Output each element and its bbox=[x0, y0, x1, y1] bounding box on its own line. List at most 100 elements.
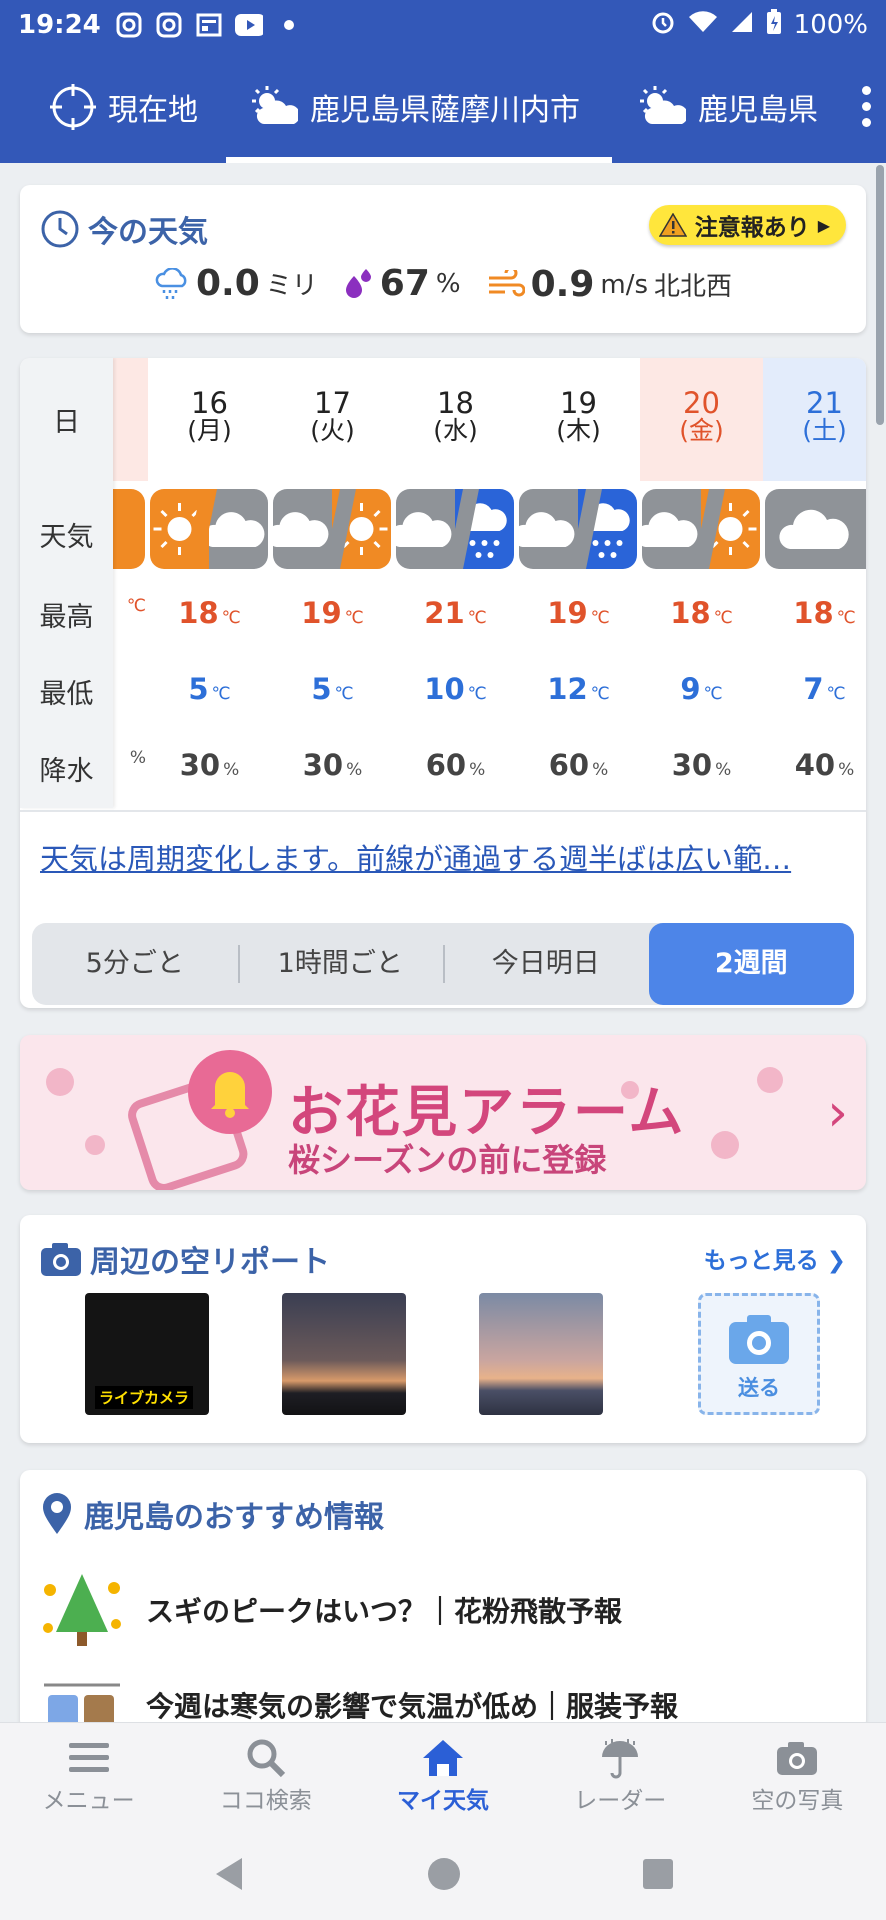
banner-subtitle: 桜シーズンの前に登録 bbox=[288, 1141, 607, 1179]
youtube-icon bbox=[234, 11, 263, 39]
status-time: 19:24 bbox=[18, 10, 101, 40]
wifi-icon bbox=[688, 10, 718, 41]
system-navigation-bar bbox=[0, 1827, 886, 1920]
location-tab-bar: 現在地 鹿児島県薩摩川内市 鹿児島県 bbox=[0, 50, 886, 163]
high-temp: 18 ℃ bbox=[670, 596, 733, 630]
day-header: 20 (金) bbox=[640, 358, 763, 481]
cloud-sun-icon bbox=[273, 489, 391, 569]
alert-badge[interactable]: 注意報あり ▶ bbox=[648, 205, 846, 245]
sky-report-card: 周辺の空リポート もっと見る ❯ ライブカメラ 送る bbox=[20, 1215, 866, 1443]
precip-chance: 60% bbox=[425, 748, 486, 782]
low-temp: 7 ℃ bbox=[803, 672, 846, 706]
low-temp: 9 ℃ bbox=[680, 672, 723, 706]
forecast-description-link[interactable]: 天気は周期変化します。前線が通過する週半ばは広い範… bbox=[40, 836, 846, 878]
day-date: 20 bbox=[683, 386, 720, 420]
day-date: 16 bbox=[191, 386, 228, 420]
row-label-day: 日 bbox=[53, 407, 80, 438]
day-header: 16 (月) bbox=[148, 358, 271, 481]
radar-umbrella-icon bbox=[602, 1739, 639, 1779]
day-columns[interactable]: ℃ % 16 (月) 18 ℃ 5 ℃ 30% 17 (火) 19 ℃ 5 ℃ 30% … bbox=[113, 358, 866, 808]
bottom-navigation: メニュー ココ検索 マイ天気 レーダー 空の写真 bbox=[0, 1722, 886, 1827]
recents-icon[interactable] bbox=[642, 1858, 674, 1890]
scrollbar[interactable] bbox=[876, 165, 884, 425]
instagram-icon bbox=[115, 11, 143, 39]
segment-today-tomorrow[interactable]: 今日明日 bbox=[443, 923, 649, 1005]
day-header: 17 (火) bbox=[271, 358, 394, 481]
instagram-icon bbox=[155, 11, 183, 39]
high-temp: 21 ℃ bbox=[424, 596, 487, 630]
low-temp: 12 ℃ bbox=[547, 672, 610, 706]
day-column-partial: ℃ % bbox=[113, 358, 148, 808]
tab-satsumasendai[interactable]: 鹿児島県薩摩川内市 bbox=[250, 50, 580, 163]
status-bar: 19:24 100% bbox=[0, 0, 886, 50]
recommended-item-pollen[interactable]: スギのピークはいつ？｜花粉飛散予報 bbox=[40, 1570, 622, 1650]
recommended-item-clothing[interactable]: 今週は寒気の影響で気温が低め｜服装予報 bbox=[40, 1665, 678, 1730]
forecast-range-tabs: 5分ごと 1時間ごと 今日明日 2週間 bbox=[32, 923, 854, 1005]
row-label-low: 最低 bbox=[39, 679, 94, 710]
nav-search[interactable]: ココ検索 bbox=[177, 1723, 354, 1827]
battery-icon bbox=[766, 8, 782, 42]
alert-label: 注意報あり bbox=[694, 215, 810, 241]
camera-icon bbox=[729, 1315, 789, 1364]
active-tab-indicator bbox=[226, 157, 612, 163]
day-header: 18 (水) bbox=[394, 358, 517, 481]
wind: 0.9 m/s 北北西 bbox=[487, 264, 732, 305]
row-label-column: 日 天気 最高 最低 降水 bbox=[20, 358, 113, 808]
day-weekday: (火) bbox=[310, 416, 355, 445]
alarm-icon bbox=[650, 9, 676, 42]
day-header: 19 (木) bbox=[517, 358, 640, 481]
day-date: 17 bbox=[314, 386, 351, 420]
nav-sky-photos[interactable]: 空の写真 bbox=[709, 1723, 886, 1827]
current-conditions: 0.0 ミリ 67% 0.9 m/s 北北西 bbox=[20, 263, 866, 305]
low-temp: 5 ℃ bbox=[188, 672, 231, 706]
tab-kagoshima[interactable]: 鹿児島県 bbox=[638, 50, 818, 163]
signal-icon bbox=[730, 10, 754, 41]
nav-menu[interactable]: メニュー bbox=[0, 1723, 177, 1827]
sky-photo-sunset-1[interactable] bbox=[282, 1293, 406, 1415]
news-icon bbox=[195, 11, 223, 39]
location-pin-icon bbox=[43, 1493, 71, 1534]
tab-label: 現在地 bbox=[108, 92, 198, 128]
sun-cloud-icon bbox=[638, 85, 686, 128]
day-date: 21 bbox=[806, 386, 843, 420]
see-more-link[interactable]: もっと見る ❯ bbox=[704, 1241, 846, 1275]
battery-percent: 100% bbox=[793, 10, 868, 40]
day-date: 19 bbox=[560, 386, 597, 420]
send-photo-button[interactable]: 送る bbox=[698, 1293, 820, 1415]
segment-5min[interactable]: 5分ごと bbox=[32, 923, 238, 1005]
divider bbox=[20, 810, 866, 812]
chevron-right-icon: ❯ bbox=[818, 1248, 846, 1274]
camera-icon bbox=[41, 1243, 81, 1276]
day-weekday: (木) bbox=[556, 416, 601, 445]
day-weekday: (月) bbox=[187, 416, 232, 445]
day-column: 19 (木) 19 ℃ 12 ℃ 60% bbox=[517, 358, 640, 808]
rain-cloud-icon bbox=[155, 267, 187, 299]
sun-cloud-icon bbox=[250, 85, 298, 128]
bell-icon bbox=[188, 1050, 272, 1134]
current-weather-card: 今の天気 注意報あり ▶ 0.0 ミリ 67% 0.9 m/s 北北西 bbox=[20, 185, 866, 333]
search-icon bbox=[247, 1739, 285, 1778]
segment-hourly[interactable]: 1時間ごと bbox=[237, 923, 444, 1005]
day-column: 21 (土) 18 ℃ 7 ℃ 40% bbox=[763, 358, 866, 808]
sky-photo-sunset-2[interactable] bbox=[479, 1293, 603, 1415]
nav-radar[interactable]: レーダー bbox=[532, 1723, 709, 1827]
cherry-blossom-alarm-banner[interactable]: お花見アラーム 桜シーズンの前に登録 › bbox=[20, 1035, 866, 1190]
more-options-icon[interactable] bbox=[858, 86, 874, 127]
tab-current-location[interactable]: 現在地 bbox=[50, 50, 198, 163]
sky-photo-live-camera[interactable]: ライブカメラ bbox=[85, 1293, 209, 1415]
row-label-precip: 降水 bbox=[39, 756, 94, 787]
current-weather-title: 今の天気 bbox=[40, 207, 208, 251]
nav-my-weather[interactable]: マイ天気 bbox=[354, 1723, 531, 1827]
tab-label: 鹿児島県 bbox=[698, 92, 818, 128]
back-icon[interactable] bbox=[212, 1856, 246, 1892]
precip-chance: 30% bbox=[302, 748, 363, 782]
day-column: 17 (火) 19 ℃ 5 ℃ 30% bbox=[271, 358, 394, 808]
warning-icon bbox=[658, 213, 687, 237]
segment-2weeks[interactable]: 2週間 bbox=[648, 923, 854, 1005]
humidity: 67% bbox=[344, 263, 461, 304]
home-button-icon[interactable] bbox=[426, 1856, 462, 1892]
recommended-info-card: 鹿児島のおすすめ情報 スギのピークはいつ？｜花粉飛散予報 今週は寒気の影響で気温… bbox=[20, 1470, 866, 1730]
cloud-rain-icon bbox=[519, 489, 637, 569]
day-column: 16 (月) 18 ℃ 5 ℃ 30% bbox=[148, 358, 271, 808]
day-column: 20 (金) 18 ℃ 9 ℃ 30% bbox=[640, 358, 763, 808]
